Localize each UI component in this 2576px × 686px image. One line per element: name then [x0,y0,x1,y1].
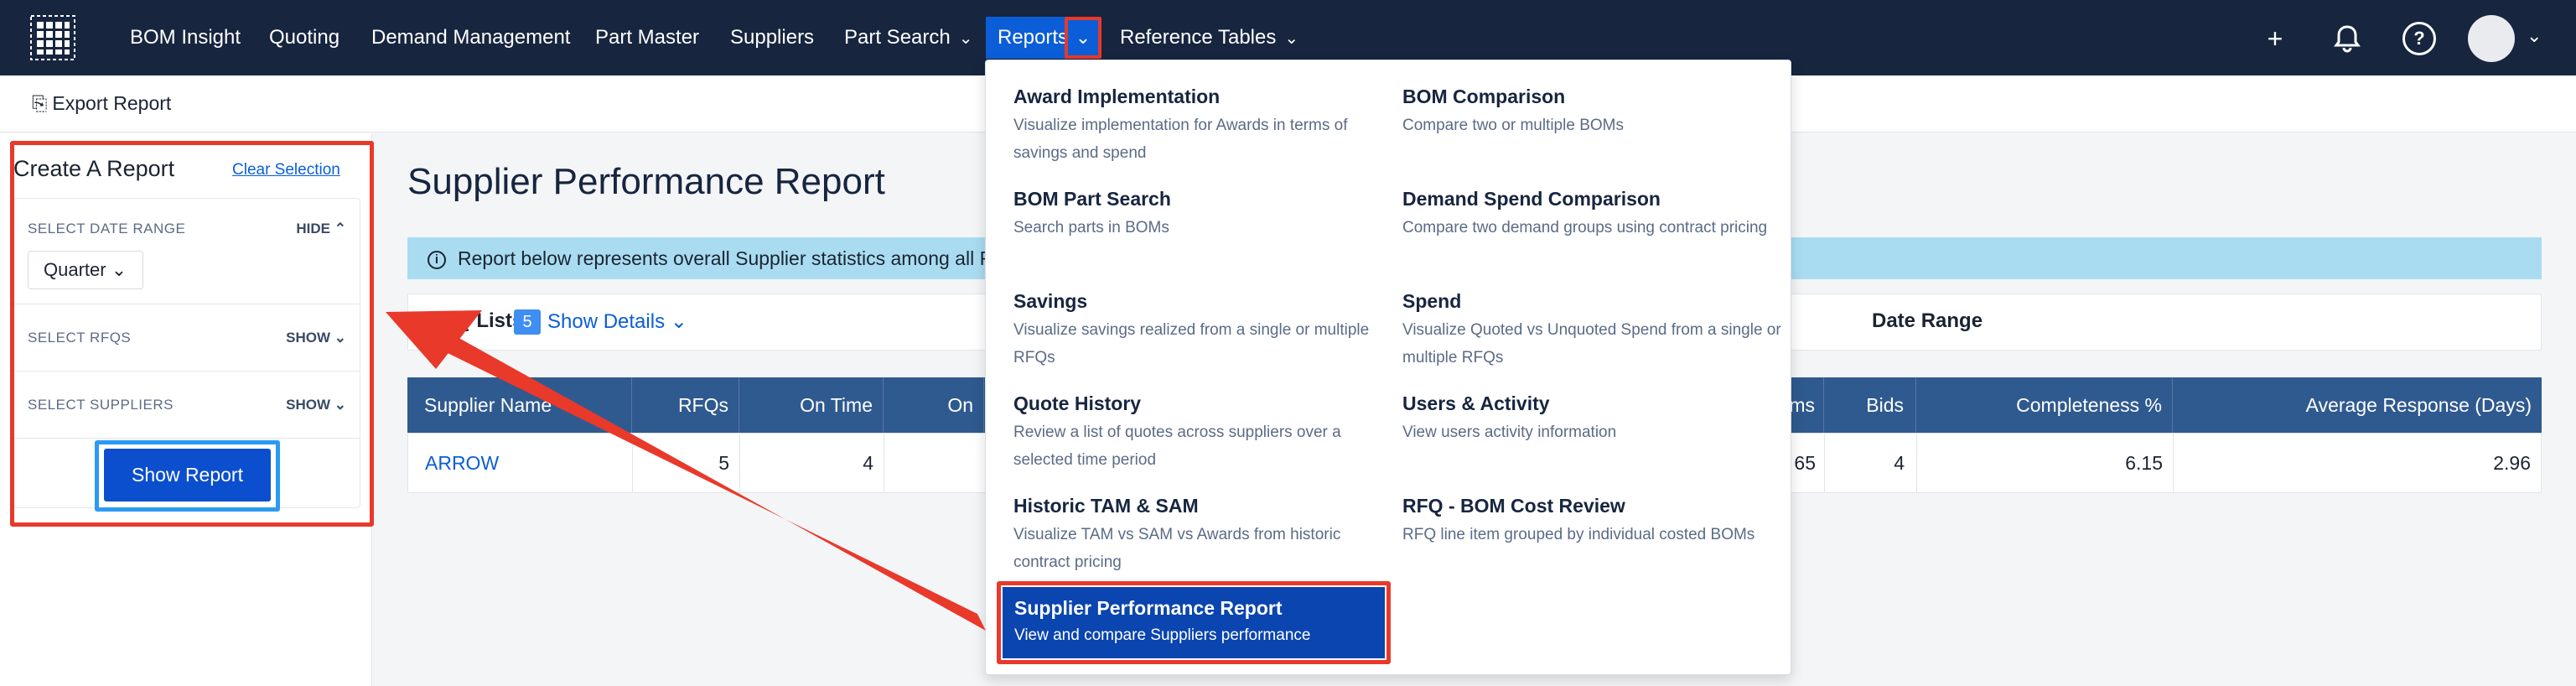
menu-item-title: BOM Comparison [1402,86,1566,107]
cell-average-response: 2.96 [2493,452,2531,474]
menu-item-title: Award Implementation [1013,86,1221,107]
nav-demand-management[interactable]: Demand Management [371,0,570,75]
page-title: Supplier Performance Report [407,161,885,202]
cell-rfqs: 5 [633,434,740,492]
rfq-lists-label: RFQ Lists [428,309,524,332]
menu-item-desc: View users activity information [1402,424,1617,441]
menu-item-award-implementation[interactable]: Award Implementation Visualize implement… [1013,86,1399,167]
bell-icon[interactable] [2330,22,2364,55]
nav-quoting[interactable]: Quoting [269,0,339,75]
col-average-response[interactable]: Average Response (Days) [2173,377,2542,433]
nav-part-search-label: Part Search [844,26,951,49]
menu-item-desc: Visualize TAM vs SAM vs Awards from hist… [1013,526,1341,571]
plus-icon[interactable]: + [2258,22,2292,55]
chevron-down-icon: ⌄ [958,29,973,48]
cell-completeness: 6.15 [1917,434,2174,492]
cell-bids: 4 [1825,434,1917,492]
show-details-label: Show Details [547,310,666,333]
menu-item-historic-tam-sam[interactable]: Historic TAM & SAM Visualize TAM vs SAM … [1013,495,1399,576]
nav-part-master[interactable]: Part Master [595,0,699,75]
export-report-button[interactable]: ⎘ Export Report [32,92,171,115]
menu-item-bom-part-search[interactable]: BOM Part Search Search parts in BOMs [1013,188,1399,242]
menu-item-title: Historic TAM & SAM [1013,495,1199,517]
menu-item-spend[interactable]: Spend Visualize Quoted vs Unquoted Spend… [1402,290,1788,372]
menu-item-users-activity[interactable]: Users & Activity View users activity inf… [1402,392,1788,446]
col-on-time[interactable]: On Time [739,377,884,433]
menu-item-title: Users & Activity [1402,392,1550,414]
menu-item-savings[interactable]: Savings Visualize savings realized from … [1013,290,1399,372]
menu-item-desc: Compare two or multiple BOMs [1402,117,1624,134]
info-banner-text: Report below represents overall Supplier… [458,247,994,269]
menu-item-rfq-bom-cost-review[interactable]: RFQ - BOM Cost Review RFQ line item grou… [1402,495,1788,548]
menu-item-desc: Visualize savings realized from a single… [1013,321,1370,366]
supplier-link[interactable]: ARROW [408,434,633,492]
menu-item-desc: Visualize Quoted vs Unquoted Spend from … [1402,321,1781,366]
menu-item-title: Spend [1402,290,1462,312]
info-icon: i [428,250,446,269]
menu-item-desc: View and compare Suppliers performance [1014,626,1311,644]
menu-item-desc: Visualize implementation for Awards in t… [1013,117,1348,162]
export-icon: ⎘ [32,92,48,114]
menu-item-title: Quote History [1013,392,1142,414]
col-completeness[interactable]: Completeness % [1916,377,2173,433]
nav-part-search[interactable]: Part Search ⌄ [844,0,973,75]
col-supplier-name[interactable]: Supplier Name [407,377,632,433]
date-range-heading: Date Range [1872,309,1983,332]
avatar[interactable] [2468,15,2515,62]
menu-item-title: Demand Spend Comparison [1402,188,1661,210]
grid-logo-icon[interactable] [30,15,75,60]
chevron-down-icon: ⌄ [670,310,687,333]
show-details-link[interactable]: Show Details ⌄ [547,309,687,334]
menu-item-title: BOM Part Search [1013,188,1171,210]
menu-item-bom-comparison[interactable]: BOM Comparison Compare two or multiple B… [1402,86,1788,139]
menu-item-desc: Search parts in BOMs [1013,219,1169,236]
cell-on-time: 4 [740,434,884,492]
menu-item-desc: RFQ line item grouped by individual cost… [1402,526,1755,543]
nav-suppliers[interactable]: Suppliers [730,0,814,75]
chevron-down-icon[interactable]: ⌄ [2527,25,2542,47]
menu-item-title: RFQ - BOM Cost Review [1402,495,1625,517]
menu-item-desc: Compare two demand groups using contract… [1402,219,1768,236]
export-report-label: Export Report [52,92,172,114]
menu-item-title: Supplier Performance Report [1014,597,1283,619]
nav-bom-insight[interactable]: BOM Insight [130,0,241,75]
menu-item-desc: Review a list of quotes across suppliers… [1013,424,1341,469]
menu-item-supplier-performance-report[interactable]: Supplier Performance Report View and com… [1003,587,1385,658]
col-on[interactable]: On [884,377,984,433]
reports-chevron-down-icon[interactable]: ⌄ [1065,17,1101,59]
rfq-count-badge: 5 [514,309,541,335]
create-report-highlight [10,141,374,527]
col-rfqs[interactable]: RFQs [632,377,739,433]
menu-item-title: Savings [1013,290,1088,312]
menu-item-quote-history[interactable]: Quote History Review a list of quotes ac… [1013,392,1399,474]
nav-reference-tables-label: Reference Tables [1120,26,1277,49]
col-bids[interactable]: Bids [1824,377,1916,433]
menu-item-demand-spend-comparison[interactable]: Demand Spend Comparison Compare two dema… [1402,188,1788,242]
help-icon[interactable]: ? [2402,22,2436,55]
